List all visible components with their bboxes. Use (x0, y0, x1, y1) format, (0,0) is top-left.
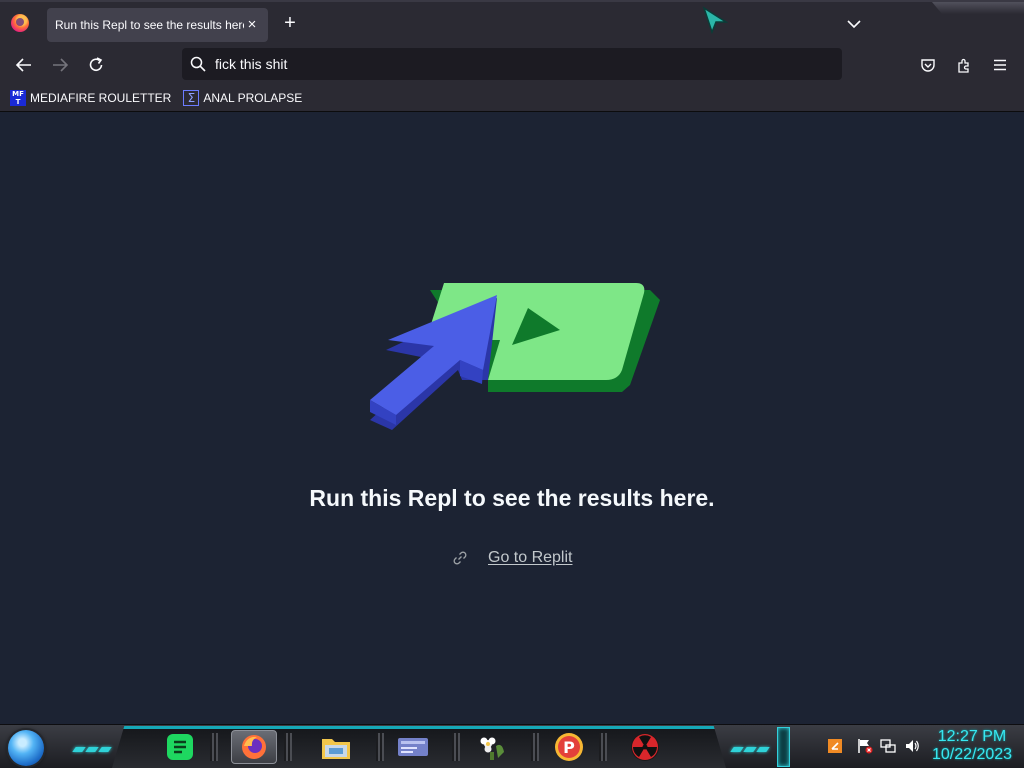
taskbar-separator (531, 733, 539, 761)
clock-date: 10/22/2023 (931, 746, 1013, 763)
reload-icon (89, 57, 103, 71)
action-center-flag-icon[interactable] (857, 738, 873, 754)
radiation-app-icon[interactable] (622, 730, 668, 764)
run-repl-illustration (370, 283, 660, 430)
active-tab[interactable]: Run this Repl to see the results here. × (47, 8, 268, 42)
menu-button[interactable] (987, 52, 1013, 78)
forward-button[interactable] (47, 52, 73, 78)
page-content: Run this Repl to see the results here. G… (0, 112, 1024, 724)
pocket-button[interactable] (915, 52, 941, 78)
bookmark-label: MEDIAFIRE ROULETTER (30, 91, 172, 105)
go-to-replit-link[interactable]: Go to Replit (488, 549, 572, 567)
firefox-taskbar-icon[interactable] (231, 730, 277, 764)
taskbar: P 12:27 PM 10/22/2023 (0, 724, 1024, 768)
svg-text:P: P (563, 738, 575, 757)
reload-button[interactable] (83, 52, 109, 78)
go-to-replit-link-group[interactable]: Go to Replit (452, 549, 572, 567)
mediafire-icon: MF T (10, 90, 26, 106)
nav-bar (0, 44, 1024, 85)
system-clock[interactable]: 12:27 PM 10/22/2023 (928, 728, 1016, 764)
tab-bar: Run this Repl to see the results here. ×… (0, 0, 1024, 44)
forward-arrow-icon (53, 58, 69, 72)
firefox-icon[interactable] (11, 14, 29, 32)
new-tab-button[interactable]: + (280, 13, 300, 34)
update-tray-icon[interactable] (827, 738, 843, 754)
bookmark-mediafire-rouletter[interactable]: MF T MEDIAFIRE ROULETTER (10, 88, 171, 108)
spotify-icon[interactable] (157, 730, 203, 764)
back-button[interactable] (11, 52, 37, 78)
taskbar-separator (284, 733, 292, 761)
bookmarks-toolbar: MF T MEDIAFIRE ROULETTER Σ ANAL PROLAPSE (0, 85, 1024, 112)
clock-time: 12:27 PM (937, 728, 1007, 745)
sigma-icon: Σ (183, 90, 200, 106)
p-app-icon[interactable]: P (546, 730, 592, 764)
url-input[interactable] (215, 56, 815, 72)
taskbar-separator (376, 733, 384, 761)
search-icon (190, 56, 206, 72)
chevron-down-icon[interactable] (844, 14, 864, 34)
file-explorer-icon[interactable] (313, 730, 359, 764)
tab-title: Run this Repl to see the results here. (55, 18, 244, 32)
puzzle-icon (958, 58, 969, 73)
pocket-icon (921, 59, 935, 72)
extensions-button[interactable] (951, 52, 977, 78)
tab-close-button[interactable]: × (244, 17, 260, 33)
back-arrow-icon (15, 58, 31, 72)
volume-icon[interactable] (904, 738, 920, 754)
bookmark-label: ANAL PROLAPSE (203, 91, 303, 105)
hamburger-icon (994, 59, 1006, 71)
taskbar-separator (599, 733, 607, 761)
show-desktop-button[interactable] (777, 727, 790, 767)
taskbar-decoration-right (730, 739, 771, 752)
id-card-icon[interactable] (390, 730, 436, 764)
mouse-cursor-icon (702, 6, 728, 34)
theme-decoration (932, 2, 1024, 14)
address-bar[interactable] (182, 48, 842, 80)
taskbar-separator (452, 733, 460, 761)
start-button[interactable] (8, 730, 44, 766)
flower-app-icon[interactable] (469, 730, 515, 764)
taskbar-decoration-left (72, 739, 113, 752)
taskbar-separator (210, 733, 218, 761)
bookmark-anal-prolapse[interactable]: Σ ANAL PROLAPSE (183, 88, 302, 108)
link-icon (453, 551, 467, 565)
page-headline: Run this Repl to see the results here. (309, 485, 715, 511)
network-icon[interactable] (880, 738, 896, 754)
